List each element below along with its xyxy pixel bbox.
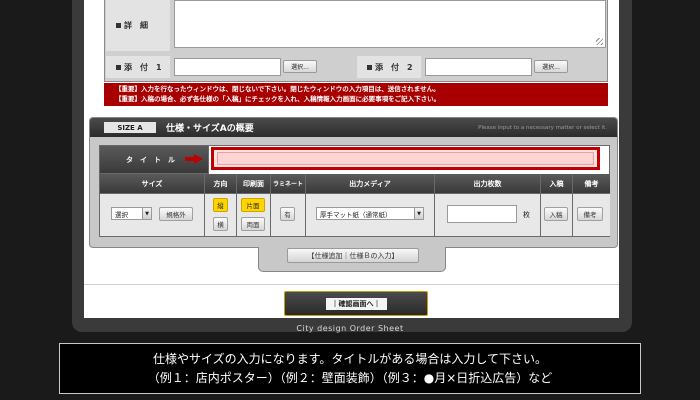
submit-button[interactable]: 入稿 bbox=[544, 207, 568, 221]
header-qty: 出力枚数 bbox=[435, 174, 541, 194]
resize-grip-icon[interactable] bbox=[596, 38, 603, 45]
important-notice: 【重要】入力を行なったウィンドウは、閉じないで下さい。閉じたウィンドウの入力項目… bbox=[104, 83, 608, 106]
direction-cell: 縦 横 bbox=[205, 194, 237, 237]
attach2-label: 添 付 2 bbox=[357, 56, 421, 78]
two-side-button[interactable]: 両面 bbox=[241, 217, 265, 231]
chevron-down-icon: ▼ bbox=[414, 208, 423, 219]
one-side-button[interactable]: 片面 bbox=[241, 198, 265, 212]
detail-label: 詳 細 bbox=[106, 0, 170, 51]
details-form: 詳 細 添 付 1 選択... 添 付 2 選択... bbox=[104, 0, 608, 82]
laminate-button[interactable]: 有 bbox=[280, 207, 295, 221]
header-print-side: 印刷面 bbox=[237, 174, 271, 194]
qty-cell: 枚 bbox=[435, 194, 541, 237]
header-laminate: ラミネート bbox=[271, 174, 306, 194]
arrow-right-icon bbox=[185, 154, 203, 164]
instruction-caption: 仕様やサイズの入力になります。タイトルがある場合は入力して下さい。 （例１：店内… bbox=[59, 343, 641, 394]
attach1-field[interactable] bbox=[174, 58, 281, 76]
caption-line-2: （例１：店内ポスター）（例２：壁面装飾）（例３：●月×日折込広告）など bbox=[147, 371, 553, 385]
size-tag: SIZE A bbox=[104, 122, 156, 133]
qty-input[interactable] bbox=[447, 205, 517, 223]
title-input[interactable] bbox=[211, 147, 600, 170]
divider bbox=[84, 284, 619, 285]
print-side-cell: 片面 両面 bbox=[237, 194, 271, 237]
header-media: 出力メディア bbox=[306, 174, 435, 194]
direction-horizontal-button[interactable]: 横 bbox=[213, 217, 228, 231]
attach1-browse-button[interactable]: 選択... bbox=[283, 60, 317, 73]
confirm-button[interactable]: ｜確認画面へ｜ bbox=[284, 291, 428, 316]
spec-grid: タイトル サイズ 方向 印刷面 ラミネート 出力メディア 出力枚数 入稿 備考 … bbox=[99, 145, 610, 237]
size-select[interactable]: 選択 ▼ bbox=[111, 207, 152, 220]
notice-line-2: 【重要】入稿の場合、必ず各仕様の「入稿」にチェックを入れ、入稿情報入力画面に必要… bbox=[115, 95, 441, 103]
attach2-browse-button[interactable]: 選択... bbox=[534, 60, 568, 73]
header-direction: 方向 bbox=[205, 174, 237, 194]
qty-unit: 枚 bbox=[523, 211, 530, 219]
media-select[interactable]: 厚手マット紙（通常紙） ▼ bbox=[316, 207, 424, 220]
header-notes: 備考 bbox=[573, 174, 610, 194]
media-cell: 厚手マット紙（通常紙） ▼ bbox=[306, 194, 435, 237]
attach2-field[interactable] bbox=[425, 58, 532, 76]
notice-line-1: 【重要】入力を行なったウィンドウは、閉じないで下さい。閉じたウィンドウの入力項目… bbox=[115, 85, 440, 93]
add-spec-button[interactable]: 【仕様追加｜仕様Ｂの入力】 bbox=[287, 248, 419, 263]
attach1-label: 添 付 1 bbox=[106, 56, 170, 78]
nonstandard-button[interactable]: 規格外 bbox=[159, 207, 193, 221]
direction-vertical-button[interactable]: 縦 bbox=[213, 198, 228, 212]
footer-title: City design Order Sheet bbox=[296, 324, 404, 333]
detail-textarea[interactable] bbox=[174, 0, 606, 48]
caption-line-1: 仕様やサイズの入力になります。タイトルがある場合は入力して下さい。 bbox=[152, 352, 548, 366]
notes-button[interactable]: 備考 bbox=[577, 207, 603, 221]
chevron-down-icon: ▼ bbox=[142, 208, 151, 219]
notes-cell: 備考 bbox=[573, 194, 610, 237]
submit-cell: 入稿 bbox=[541, 194, 573, 237]
laminate-cell: 有 bbox=[271, 194, 306, 237]
header-submit: 入稿 bbox=[541, 174, 573, 194]
header-size: サイズ bbox=[100, 174, 205, 194]
panel-hint: Please input to a necessary matter or se… bbox=[478, 125, 607, 131]
panel-header: SIZE A 仕様・サイズAの概要 Please input to a nece… bbox=[90, 118, 617, 137]
panel-title: 仕様・サイズAの概要 bbox=[166, 124, 254, 134]
size-cell: 選択 ▼ 規格外 bbox=[100, 194, 205, 237]
